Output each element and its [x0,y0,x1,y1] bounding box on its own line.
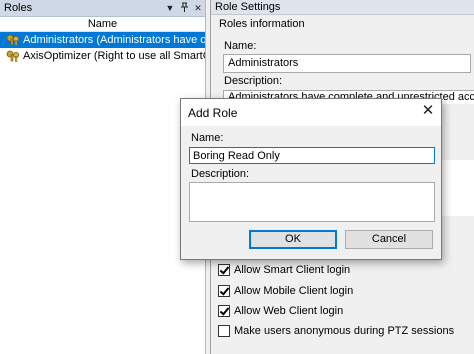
allow-web-client-checkbox[interactable]: Allow Web Client login [218,304,343,318]
anonymous-ptz-checkbox[interactable]: Make users anonymous during PTZ sessions [218,324,454,338]
chevron-down-icon[interactable]: ▼ [163,3,177,13]
checkbox-box[interactable] [218,325,230,337]
role-item-label: AxisOptimizer (Right to use all SmartCli [23,50,205,62]
name-label: Name: [224,40,257,52]
close-icon[interactable]: ✕ [191,3,205,14]
description-label: Description: [224,75,283,87]
roles-information-legend: Roles information [219,18,305,30]
checkbox-label: Allow Mobile Client login [234,285,354,297]
pin-icon[interactable] [177,2,191,14]
checkbox-box[interactable] [218,285,230,297]
roles-pane: Roles ▼ ✕ Name Administrators (Administr… [0,0,206,354]
dialog-description-label: Description: [191,168,250,180]
role-item-administrators[interactable]: Administrators (Administrators have co [0,32,205,48]
ok-button[interactable]: OK [249,230,337,249]
checkbox-label: Allow Web Client login [234,305,344,317]
settings-background-field [441,160,474,216]
allow-smart-client-checkbox[interactable]: Allow Smart Client login [218,263,350,277]
role-item-axisoptimizer[interactable]: AxisOptimizer (Right to use all SmartCli [0,48,205,64]
dialog-name-input[interactable] [189,147,435,164]
role-item-label: Administrators (Administrators have co [23,34,205,46]
dialog-body: Name: Description: OK Cancel [181,126,441,259]
role-name-field[interactable]: Administrators [223,54,471,73]
roles-pane-title: Roles [4,2,33,14]
dialog-name-label: Name: [191,132,224,144]
roles-column-header-name[interactable]: Name [0,17,205,32]
dialog-description-input[interactable] [189,182,435,222]
role-settings-title: Role Settings [211,0,474,15]
checkbox-box[interactable] [218,264,230,276]
checkbox-box[interactable] [218,305,230,317]
dialog-title: Add Role [188,106,238,120]
checkbox-label: Allow Smart Client login [234,264,351,276]
allow-mobile-client-checkbox[interactable]: Allow Mobile Client login [218,284,353,298]
close-icon[interactable]: ✕ [419,102,437,120]
add-role-dialog: Add Role ✕ Name: Description: OK Cancel [180,98,442,260]
key-icon [6,50,20,62]
key-icon [6,34,20,46]
dialog-titlebar[interactable]: Add Role ✕ [181,99,441,126]
checkbox-label: Make users anonymous during PTZ sessions [234,325,455,337]
roles-pane-titlebar: Roles ▼ ✕ [0,0,205,17]
cancel-button[interactable]: Cancel [345,230,433,249]
